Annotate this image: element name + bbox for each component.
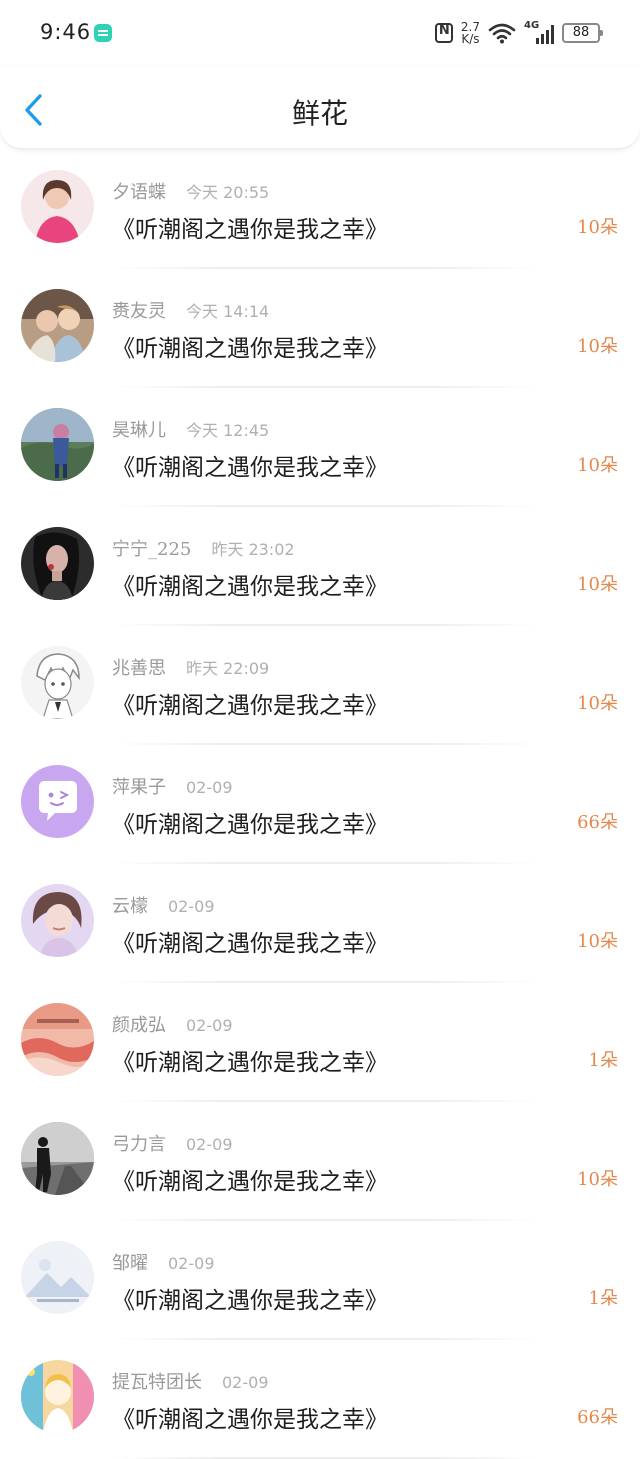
flower-count: 10朵 bbox=[577, 931, 618, 952]
avatar[interactable] bbox=[21, 884, 94, 957]
sent-time: 02-09 bbox=[168, 897, 215, 916]
item-meta: 兆善思 昨天 22:09 bbox=[112, 654, 269, 680]
sender-name: 弓力言 bbox=[112, 1134, 166, 1155]
sent-time: 今天 20:55 bbox=[186, 183, 270, 202]
flower-count: 10朵 bbox=[577, 574, 618, 595]
list-item[interactable]: 弓力言 02-09 《听潮阁之遇你是我之幸》 10朵 bbox=[0, 1102, 640, 1221]
book-title: 《听潮阁之遇你是我之幸》 bbox=[112, 336, 388, 362]
list-item[interactable]: 云檬 02-09 《听潮阁之遇你是我之幸》 10朵 bbox=[0, 864, 640, 983]
book-title: 《听潮阁之遇你是我之幸》 bbox=[112, 931, 388, 957]
sent-time: 今天 14:14 bbox=[186, 302, 270, 321]
flower-count: 10朵 bbox=[577, 1169, 618, 1190]
list-item[interactable]: 赉友灵 今天 14:14 《听潮阁之遇你是我之幸》 10朵 bbox=[0, 269, 640, 388]
nfc-icon bbox=[434, 23, 453, 43]
avatar[interactable] bbox=[21, 1241, 94, 1314]
sender-name: 夕语蝶 bbox=[112, 182, 166, 203]
flower-count: 1朵 bbox=[588, 1050, 618, 1071]
sender-name: 提瓦特团长 bbox=[112, 1372, 202, 1393]
sent-time: 02-09 bbox=[168, 1254, 215, 1273]
list-item[interactable]: 颜成弘 02-09 《听潮阁之遇你是我之幸》 1朵 bbox=[0, 983, 640, 1102]
list-item[interactable]: 提瓦特团长 02-09 《听潮阁之遇你是我之幸》 66朵 bbox=[0, 1340, 640, 1459]
sender-name: 云檬 bbox=[112, 896, 148, 917]
item-meta: 提瓦特团长 02-09 bbox=[112, 1368, 269, 1394]
avatar[interactable] bbox=[21, 170, 94, 243]
status-time: 9:46 bbox=[40, 20, 92, 44]
flower-records-list: 夕语蝶 今天 20:55 《听潮阁之遇你是我之幸》 10朵 赉友灵 今天 14:… bbox=[0, 150, 640, 1459]
item-meta: 赉友灵 今天 14:14 bbox=[112, 297, 269, 323]
flower-count: 66朵 bbox=[577, 1407, 618, 1428]
list-item[interactable]: 宁宁_225 昨天 23:02 《听潮阁之遇你是我之幸》 10朵 bbox=[0, 507, 640, 626]
book-title: 《听潮阁之遇你是我之幸》 bbox=[112, 217, 388, 243]
flower-count: 10朵 bbox=[577, 217, 618, 238]
sender-name: 颜成弘 bbox=[112, 1015, 166, 1036]
sender-name: 邹曜 bbox=[112, 1253, 148, 1274]
cellular-signal-icon: 4G bbox=[524, 20, 554, 44]
book-title: 《听潮阁之遇你是我之幸》 bbox=[112, 455, 388, 481]
avatar[interactable] bbox=[21, 1122, 94, 1195]
signal-bars bbox=[536, 25, 554, 44]
item-meta: 萍果子 02-09 bbox=[112, 773, 233, 799]
item-meta: 夕语蝶 今天 20:55 bbox=[112, 178, 269, 204]
flower-count: 10朵 bbox=[577, 455, 618, 476]
flower-count: 1朵 bbox=[588, 1288, 618, 1309]
item-meta: 弓力言 02-09 bbox=[112, 1130, 233, 1156]
header: 鲜花 bbox=[0, 66, 640, 149]
sender-name: 宁宁_225 bbox=[112, 539, 192, 560]
battery-icon: 88 bbox=[562, 23, 603, 43]
network-speed-unit: K/s bbox=[461, 32, 480, 46]
book-title: 《听潮阁之遇你是我之幸》 bbox=[112, 693, 388, 719]
list-item[interactable]: 兆善思 昨天 22:09 《听潮阁之遇你是我之幸》 10朵 bbox=[0, 626, 640, 745]
book-title: 《听潮阁之遇你是我之幸》 bbox=[112, 1288, 388, 1314]
item-meta: 云檬 02-09 bbox=[112, 892, 215, 918]
sent-time: 昨天 23:02 bbox=[211, 540, 295, 559]
book-title: 《听潮阁之遇你是我之幸》 bbox=[112, 1050, 388, 1076]
sent-time: 02-09 bbox=[186, 1135, 233, 1154]
item-meta: 昊琳儿 今天 12:45 bbox=[112, 416, 269, 442]
avatar[interactable] bbox=[21, 646, 94, 719]
message-app-icon bbox=[94, 24, 112, 42]
item-meta: 宁宁_225 昨天 23:02 bbox=[112, 535, 295, 561]
sender-name: 兆善思 bbox=[112, 658, 166, 679]
flower-count: 10朵 bbox=[577, 336, 618, 357]
list-item[interactable]: 夕语蝶 今天 20:55 《听潮阁之遇你是我之幸》 10朵 bbox=[0, 150, 640, 269]
avatar[interactable] bbox=[21, 765, 94, 838]
book-title: 《听潮阁之遇你是我之幸》 bbox=[112, 574, 388, 600]
avatar[interactable] bbox=[21, 289, 94, 362]
avatar[interactable] bbox=[21, 1360, 94, 1433]
status-bar: 9:46 2.7 K/s 4G 88 bbox=[0, 0, 640, 66]
book-title: 《听潮阁之遇你是我之幸》 bbox=[112, 1169, 388, 1195]
book-title: 《听潮阁之遇你是我之幸》 bbox=[112, 1407, 388, 1433]
list-item[interactable]: 昊琳儿 今天 12:45 《听潮阁之遇你是我之幸》 10朵 bbox=[0, 388, 640, 507]
book-title: 《听潮阁之遇你是我之幸》 bbox=[112, 812, 388, 838]
sent-time: 今天 12:45 bbox=[186, 421, 270, 440]
flower-count: 10朵 bbox=[577, 693, 618, 714]
sent-time: 02-09 bbox=[186, 778, 233, 797]
network-speed: 2.7 K/s bbox=[461, 21, 480, 45]
status-indicators: 2.7 K/s 4G 88 bbox=[434, 18, 603, 48]
wifi-icon bbox=[488, 23, 516, 44]
page-title: 鲜花 bbox=[291, 97, 348, 130]
avatar[interactable] bbox=[21, 408, 94, 481]
item-meta: 颜成弘 02-09 bbox=[112, 1011, 233, 1037]
sent-time: 02-09 bbox=[222, 1373, 269, 1392]
list-item[interactable]: 邹曜 02-09 《听潮阁之遇你是我之幸》 1朵 bbox=[0, 1221, 640, 1340]
avatar[interactable] bbox=[21, 527, 94, 600]
sender-name: 萍果子 bbox=[112, 777, 166, 798]
item-meta: 邹曜 02-09 bbox=[112, 1249, 215, 1275]
avatar[interactable] bbox=[21, 1003, 94, 1076]
sender-name: 昊琳儿 bbox=[112, 420, 166, 441]
sent-time: 02-09 bbox=[186, 1016, 233, 1035]
list-item[interactable]: 萍果子 02-09 《听潮阁之遇你是我之幸》 66朵 bbox=[0, 745, 640, 864]
sender-name: 赉友灵 bbox=[112, 301, 166, 322]
sent-time: 昨天 22:09 bbox=[186, 659, 270, 678]
flower-count: 66朵 bbox=[577, 812, 618, 833]
